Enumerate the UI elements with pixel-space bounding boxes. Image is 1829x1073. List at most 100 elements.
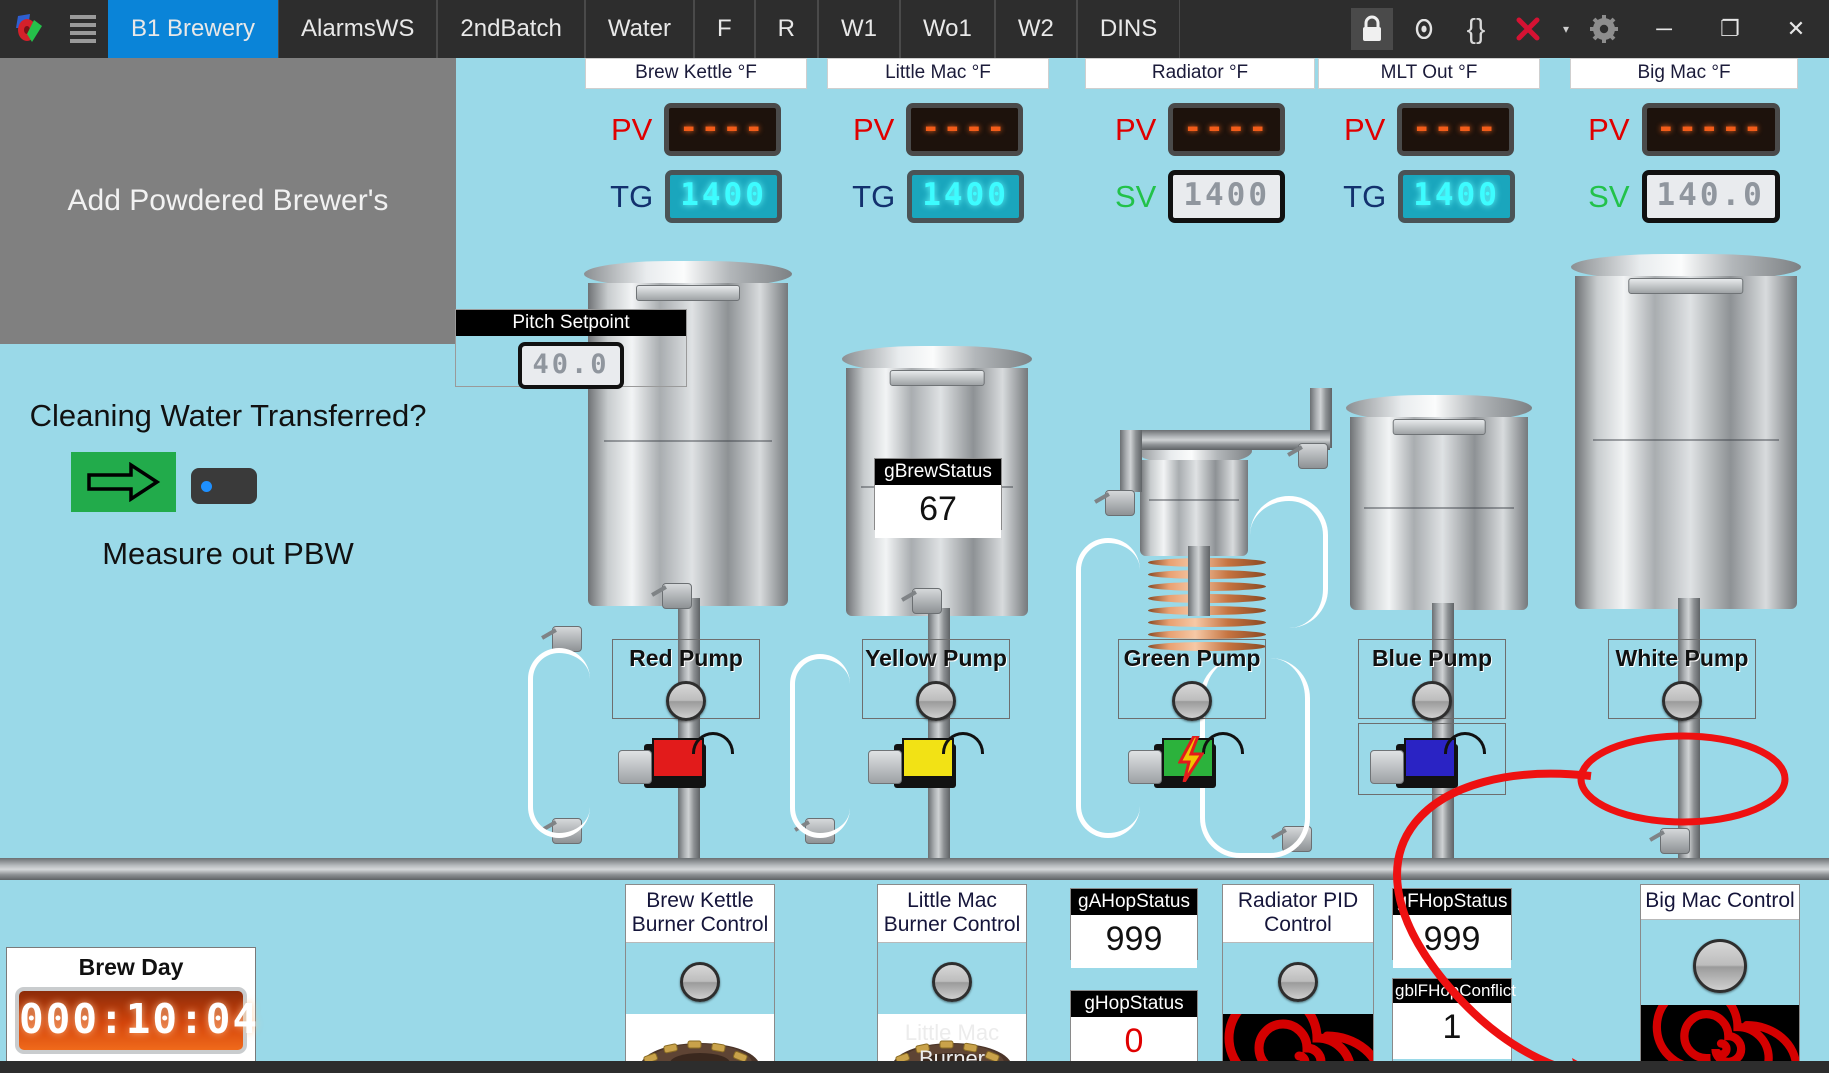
pump-label: Blue Pump xyxy=(1371,645,1493,671)
tab-label: W1 xyxy=(840,15,877,42)
tab-water[interactable]: Water xyxy=(584,0,694,58)
valve-brew-kettle xyxy=(662,583,692,609)
control-knob-wrap xyxy=(878,943,1026,1014)
pv-label: PV xyxy=(1114,111,1157,147)
pump-control-white[interactable]: White Pump xyxy=(1608,639,1756,721)
pump-control-red[interactable]: Red Pump xyxy=(612,639,760,721)
minimize-button[interactable]: ─ xyxy=(1631,0,1697,58)
hmi-canvas: Add Powdered Brewer's Cleaning Water Tra… xyxy=(0,58,1829,1073)
gear-icon[interactable] xyxy=(1583,8,1625,50)
big-mac-control[interactable]: Big Mac Control xyxy=(1640,884,1800,1073)
cleaning-water-toggle[interactable] xyxy=(191,468,257,504)
valve-mlt xyxy=(1298,443,1328,469)
cleaning-water-question: Cleaning Water Transferred? xyxy=(29,398,427,433)
sp-label: TG xyxy=(610,178,654,214)
pump-motor-red xyxy=(618,732,738,794)
control-knob-wrap xyxy=(1641,920,1799,1005)
tab-label: W2 xyxy=(1017,15,1054,42)
brew-kettle-burner-control[interactable]: Brew Kettle Burner Control xyxy=(625,884,775,1073)
toggle-indicator-dot xyxy=(201,480,212,492)
pump-label: Green Pump xyxy=(1123,645,1261,671)
vessel-handle xyxy=(889,370,985,386)
sp-label: TG xyxy=(1343,178,1387,214)
meter-sp-row: SV 140.0 xyxy=(1570,170,1798,223)
pitch-setpoint-value[interactable]: 40.0 xyxy=(518,341,624,389)
pv-display: ---- xyxy=(1397,103,1514,156)
meter-title: Brew Kettle °F xyxy=(585,58,807,89)
close-button[interactable]: ✕ xyxy=(1763,0,1829,58)
control-title: Brew Kettle Burner Control xyxy=(626,885,774,944)
pump-control-blue[interactable]: Blue Pump xyxy=(1358,639,1506,721)
pv-display: ---- xyxy=(1168,103,1285,156)
status-value: 1 xyxy=(1393,1002,1511,1059)
radiator-pid-control[interactable]: Radiator PID Control xyxy=(1222,884,1374,1073)
tab-f[interactable]: F xyxy=(693,0,755,58)
pipe-radiator-left xyxy=(1120,430,1142,492)
tab-wo1[interactable]: Wo1 xyxy=(899,0,995,58)
tab-dins[interactable]: DINS xyxy=(1076,0,1181,58)
burner-knob[interactable] xyxy=(680,962,720,1003)
sp-display[interactable]: 1400 xyxy=(665,170,782,223)
sp-display[interactable]: 1400 xyxy=(1168,170,1285,223)
pump-control-yellow[interactable]: Yellow Pump xyxy=(862,639,1010,721)
burner-knob[interactable] xyxy=(932,962,972,1003)
tab-w2[interactable]: W2 xyxy=(994,0,1077,58)
tab-r[interactable]: R xyxy=(754,0,818,58)
vessel-handle xyxy=(1628,278,1744,294)
vessel-big-mac xyxy=(1571,254,1801,609)
control-title: Little Mac Burner Control xyxy=(878,885,1026,944)
pump-motor-green xyxy=(1128,732,1248,794)
meter-title: Radiator °F xyxy=(1085,58,1315,89)
motor-head xyxy=(1128,750,1162,784)
status-title: gblFHopConflict xyxy=(1393,979,1516,1003)
motor-head xyxy=(868,750,902,784)
pump-label: Red Pump xyxy=(629,645,743,671)
sp-display[interactable]: 1400 xyxy=(907,170,1024,223)
tab-w1[interactable]: W1 xyxy=(817,0,900,58)
status-box-gfhopstatus: gFHopStatus 999 xyxy=(1392,888,1512,968)
vessel-radiator-pot xyxy=(1136,438,1252,556)
add-pbw-dialog: Add Powdered Brewer's xyxy=(0,58,456,344)
radiator-knob[interactable] xyxy=(1278,962,1318,1003)
hamburger-menu-icon[interactable] xyxy=(58,0,108,58)
tab-2ndbatch[interactable]: 2ndBatch xyxy=(437,0,585,58)
pipe-radiator-drop xyxy=(1188,546,1210,616)
titlebar-spacer xyxy=(1180,0,1351,58)
dropdown-caret-icon[interactable]: ▾ xyxy=(1559,8,1573,50)
braces-icon[interactable]: {} xyxy=(1455,8,1497,50)
lock-icon[interactable] xyxy=(1351,8,1393,50)
tab-label: 2ndBatch xyxy=(460,15,562,42)
pump-knob[interactable] xyxy=(666,681,706,721)
eye-icon[interactable] xyxy=(1403,8,1445,50)
vessel-weld xyxy=(1148,499,1240,502)
sp-label: SV xyxy=(1588,178,1630,214)
pump-knob[interactable] xyxy=(916,681,956,721)
valve-white-bottom xyxy=(1660,828,1690,854)
sp-display[interactable]: 140.0 xyxy=(1641,170,1780,223)
vessel-body xyxy=(1575,276,1797,609)
meter-pv-row: PV ----- xyxy=(1570,103,1798,156)
vessel-body xyxy=(1140,460,1248,556)
meter-mlt-out: MLT Out °F PV ---- TG 1400 xyxy=(1318,58,1540,223)
big-mac-knob[interactable] xyxy=(1693,938,1747,993)
brew-status-box: gBrewStatus 67 xyxy=(874,458,1002,538)
close-x-icon[interactable] xyxy=(1507,8,1549,50)
pump-knob[interactable] xyxy=(1172,681,1212,721)
confirm-arrow-button[interactable] xyxy=(71,452,176,512)
arrow-right-icon xyxy=(86,462,160,502)
pump-knob[interactable] xyxy=(1412,681,1452,721)
close-icon: ✕ xyxy=(1786,16,1806,41)
pipe-big-mac-drop xyxy=(1678,598,1700,860)
tab-alarmsws[interactable]: AlarmsWS xyxy=(278,0,438,58)
little-mac-burner-control[interactable]: Little Mac Burner Control Little Mac Bur… xyxy=(877,884,1027,1073)
maximize-button[interactable]: ❐ xyxy=(1697,0,1763,58)
tab-b1-brewery[interactable]: B1 Brewery xyxy=(108,0,279,58)
sp-display[interactable]: 1400 xyxy=(1398,170,1515,223)
control-title: Big Mac Control xyxy=(1641,885,1799,920)
brew-status-value: 67 xyxy=(875,484,1001,538)
minimize-icon: ─ xyxy=(1656,16,1672,41)
pump-control-green[interactable]: Green Pump xyxy=(1118,639,1266,721)
pump-knob[interactable] xyxy=(1662,681,1702,721)
pv-label: PV xyxy=(1343,111,1386,147)
status-title: gHopStatus xyxy=(1071,991,1197,1017)
